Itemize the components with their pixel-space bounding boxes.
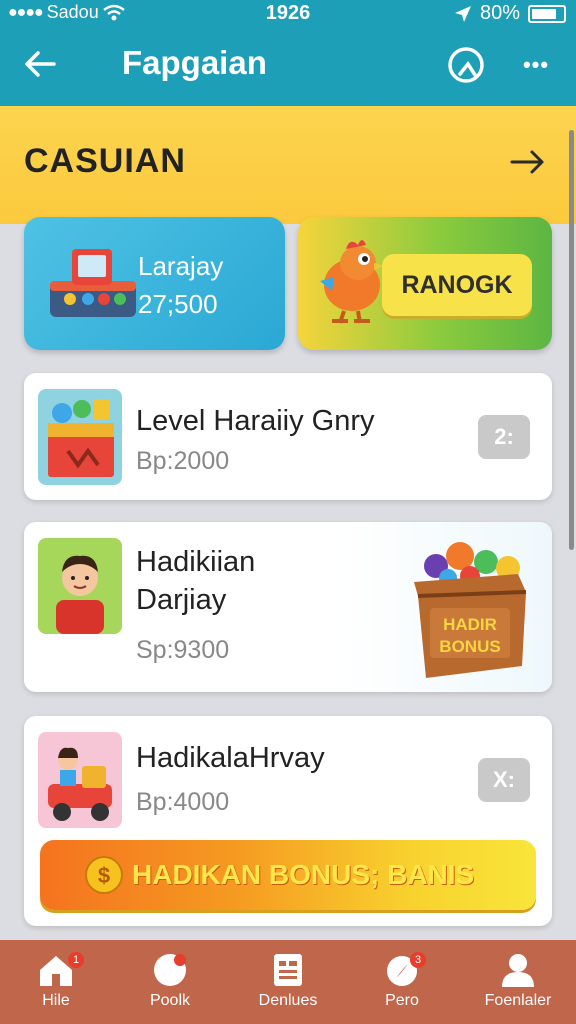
tile-value: 27;500 (138, 289, 218, 319)
arrow-right-icon[interactable] (508, 142, 548, 182)
nav-item-denlues[interactable]: Denlues (238, 948, 338, 1020)
featured-tile-right[interactable]: RANOGK (298, 217, 552, 350)
category-header[interactable]: CASUIAN (0, 106, 576, 224)
random-button[interactable]: RANOGK (382, 254, 532, 316)
nav-item-poolk[interactable]: Poolk (120, 948, 220, 1020)
bonus-banner-button[interactable]: $ HADIKAN BONUS; BANIS (40, 840, 536, 910)
game-price: Bp:4000 (136, 788, 230, 816)
nav-item-profile[interactable]: Foenlaler (468, 948, 568, 1020)
game-title: Hadikiian (136, 546, 256, 578)
game-card[interactable]: Level Haraiiy Gnry Bp:2000 2: (24, 373, 552, 500)
notification-badge: 3 (410, 952, 426, 968)
back-arrow-icon[interactable] (20, 44, 60, 84)
game-card[interactable]: Hadikiian Darjiay Sp:9300 HADIR BONUS (24, 522, 552, 692)
bonus-banner-label: HADIKAN BONUS; BANIS (132, 859, 475, 890)
game-card[interactable]: HadikalaHrvay Bp:4000 X: $ HADIKAN BONUS… (24, 716, 552, 926)
location-arrow-icon (454, 5, 471, 22)
battery-percent: 80% (479, 2, 520, 24)
crate-line2: BONUS (439, 637, 500, 656)
character-thumbnail (38, 538, 122, 634)
bonus-crate-icon[interactable]: HADIR BONUS (408, 532, 530, 682)
game-title-line2: Darjiay (136, 584, 227, 616)
game-price: Sp:9300 (136, 636, 230, 664)
crate-line1: HADIR (443, 615, 497, 634)
page-title: Fapgaian (122, 44, 267, 81)
toy-car-thumbnail (38, 732, 122, 828)
scrollbar[interactable] (569, 130, 574, 550)
coin-symbol: $ (98, 863, 110, 888)
nav-label: Hile (42, 992, 70, 1009)
bird-mascot-icon (320, 240, 384, 324)
shuffle-icon[interactable]: 2: (478, 415, 530, 459)
nav-label: Pero (385, 992, 419, 1009)
game-title: Level Haraiiy Gnry (136, 405, 375, 437)
nav-label: Denlues (258, 992, 318, 1009)
nav-label: Poolk (149, 992, 191, 1009)
shuffle-icon[interactable]: X: (478, 758, 530, 802)
nav-item-home[interactable]: 1 Hile (6, 948, 106, 1020)
game-title: HadikalaHrvay (136, 742, 325, 774)
notification-badge: 1 (68, 952, 84, 968)
game-price: Bp:2000 (136, 447, 230, 475)
search-icon[interactable] (444, 44, 488, 88)
category-title: CASUIAN (24, 142, 186, 180)
arcade-console-icon (50, 249, 136, 317)
menu-grid-icon (274, 954, 302, 986)
coin-icon: $ (85, 856, 123, 894)
tile-label: Larajay (138, 251, 224, 281)
nav-item-pero[interactable]: 3 Pero (352, 948, 452, 1020)
bottom-nav: 1 Hile Poolk Denlues 3 Pero Foenlaler (0, 940, 576, 1024)
more-options-icon[interactable]: ••• (516, 52, 556, 82)
chat-bubble-icon (154, 954, 186, 986)
app-bar: Fapgaian ••• (0, 28, 576, 106)
status-bar: ●●●● Sadou 1926 80% (0, 0, 576, 28)
battery-icon (528, 4, 566, 23)
featured-tile-left[interactable]: Larajay 27;500 (24, 217, 285, 350)
person-icon (502, 954, 534, 987)
nav-label: Foenlaler (484, 992, 552, 1009)
game-thumbnail (38, 389, 122, 485)
